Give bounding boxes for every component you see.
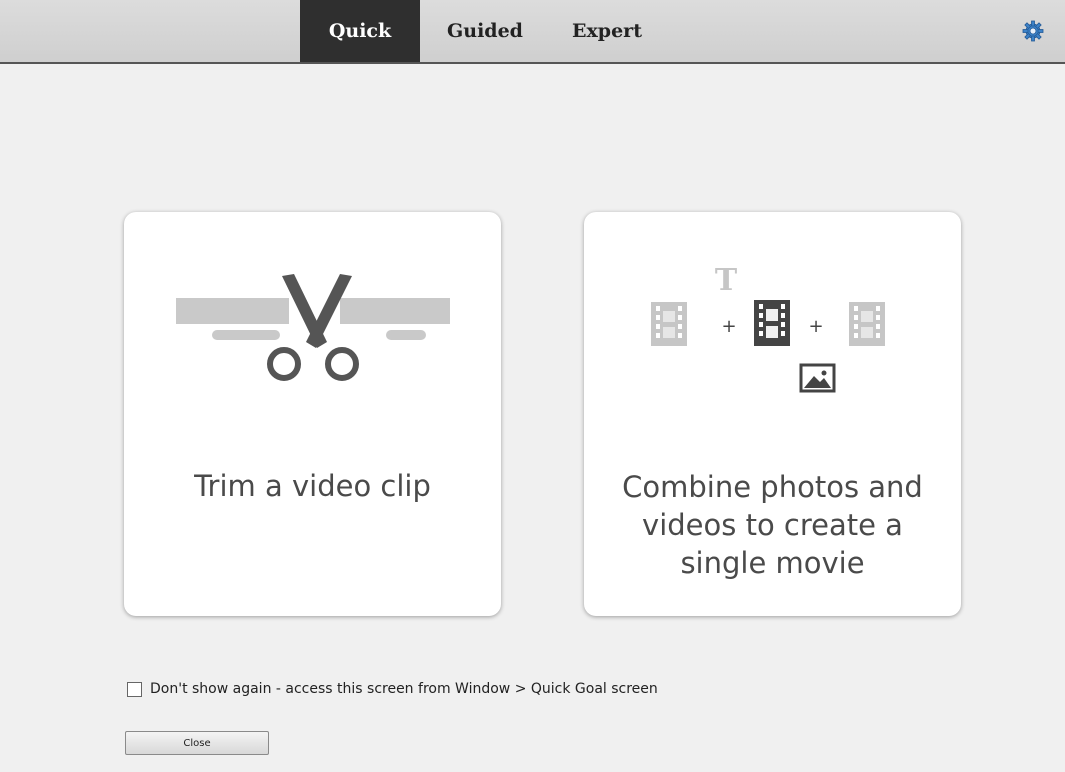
dont-show-again-label: Don't show again - access this screen fr… [150,681,658,697]
trim-video-label: Trim a video clip [194,469,431,503]
close-button[interactable]: Close [125,731,269,755]
scissors-icon [176,274,450,381]
film-clip-icon [849,302,885,346]
film-clip-icon [651,302,687,346]
combine-label-line-1: Combine photos and [622,470,923,504]
combine-media-illustration: T + + [651,263,885,393]
gear-icon[interactable] [1022,20,1044,42]
combine-movie-card[interactable]: T + + Combine photos and videos to creat… [584,212,961,616]
film-clip-icon [754,300,790,346]
photo-icon [799,363,836,393]
trim-video-card[interactable]: Trim a video clip [124,212,501,616]
plus-icon: + [721,316,736,337]
combine-label-line-2: videos to create a [642,508,903,542]
plus-icon: + [808,316,823,337]
dont-show-again-checkbox[interactable] [127,681,142,697]
tab-quick[interactable]: Quick [300,0,420,62]
dont-show-again-row: Don't show again - access this screen fr… [127,681,658,697]
combine-label-line-3: single movie [680,546,865,580]
workspace-mode-bar: Quick Guided Expert [0,0,1065,64]
title-text-icon: T [715,263,738,298]
tab-expert[interactable]: Expert [552,0,662,62]
tab-guided[interactable]: Guided [430,0,540,62]
combine-movie-label: Combine photos and videos to create a si… [604,468,941,582]
